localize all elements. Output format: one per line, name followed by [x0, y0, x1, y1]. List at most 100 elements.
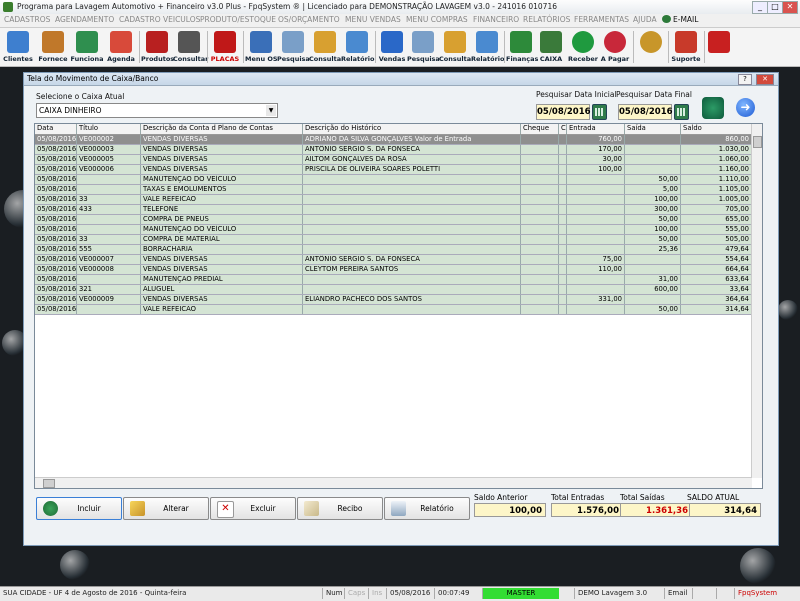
- refresh-button[interactable]: [702, 97, 724, 119]
- vertical-scrollbar[interactable]: [751, 124, 762, 478]
- data-final-field[interactable]: 05/08/2016: [618, 104, 673, 120]
- menu-compras[interactable]: MENU COMPRAS: [406, 15, 468, 24]
- menu-ferramentas[interactable]: FERRAMENTAS: [574, 15, 629, 24]
- toolbar-placas-button[interactable]: PLACAS: [209, 29, 241, 65]
- relatorio-button[interactable]: Relatório: [384, 497, 470, 520]
- recibo-button[interactable]: Recibo: [297, 497, 383, 520]
- toolbar-fornece-button[interactable]: Fornece: [36, 29, 70, 65]
- toolbar-caixa-button[interactable]: CAIXA: [536, 29, 566, 65]
- toolbar-funciona-button[interactable]: Funciona: [70, 29, 104, 65]
- table-cell: 1.005,00: [681, 195, 752, 204]
- table-row[interactable]: 05/08/2016 MANUTENÇÃO DO VEÍCULO 50,00 1.11…: [35, 175, 752, 185]
- go-arrow-button[interactable]: ➜: [736, 98, 755, 117]
- horizontal-scrollbar[interactable]: [35, 477, 752, 488]
- table-cell: [521, 185, 559, 194]
- dialog-close-button[interactable]: ✕: [756, 74, 774, 85]
- table-row[interactable]: 05/08/2016 433 TELEFONE 300,00 705,00: [35, 205, 752, 215]
- toolbar-financas-button[interactable]: Finanças: [506, 29, 538, 65]
- col-header[interactable]: C: [559, 124, 567, 134]
- toolbar-consultar-button[interactable]: Consultar: [173, 29, 208, 65]
- col-header[interactable]: Entrada: [567, 124, 625, 134]
- toolbar-produtos-button[interactable]: Produtos: [141, 29, 174, 65]
- table-cell: 554,64: [681, 255, 752, 264]
- calendar-icon[interactable]: [674, 104, 689, 120]
- table-row[interactable]: 05/08/2016 MANUTENÇÃO PREDIAL 31,00 633,64: [35, 275, 752, 285]
- table-row[interactable]: 05/08/2016 VE000005 VENDAS DIVERSAS AILTOM …: [35, 155, 752, 165]
- menu-relatorios[interactable]: RELATÓRIOS: [523, 15, 570, 24]
- col-header[interactable]: Título: [77, 124, 141, 134]
- toolbar-agenda-button[interactable]: Agenda: [106, 29, 136, 65]
- toolbar-receber-button[interactable]: Receber: [567, 29, 599, 65]
- menu-cadastros[interactable]: CADASTROS: [4, 15, 50, 24]
- maximize-button[interactable]: □: [767, 1, 783, 14]
- incluir-button[interactable]: Incluir: [36, 497, 122, 520]
- table-row[interactable]: 05/08/2016 MANUTENÇÃO DO VEÍCULO 100,00 555…: [35, 225, 752, 235]
- data-inicial-field[interactable]: 05/08/2016: [536, 104, 591, 120]
- toolbar-pesquisa-vendas-button[interactable]: Pesquisa: [407, 29, 440, 65]
- table-row[interactable]: 05/08/2016 VE000002 VENDAS DIVERSAS ADRIANO…: [35, 135, 752, 145]
- calendar-icon[interactable]: [592, 104, 607, 120]
- col-header[interactable]: Cheque: [521, 124, 559, 134]
- table-cell: 50,00: [625, 175, 681, 184]
- status-email[interactable]: Email: [664, 588, 690, 599]
- col-header[interactable]: Data: [35, 124, 77, 134]
- menu-produto-estoque[interactable]: PRODUTO/ESTOQUE: [200, 15, 276, 24]
- table-row[interactable]: 05/08/2016 TAXAS E EMOLUMENTOS 5,00 1.105,0…: [35, 185, 752, 195]
- col-header[interactable]: Saldo: [681, 124, 752, 134]
- toolbar-label: A Pagar: [600, 55, 630, 63]
- table-row[interactable]: 05/08/2016 321 ALUGUEL 600,00 33,64: [35, 285, 752, 295]
- menu-cadastro-veiculos[interactable]: CADASTRO VEICULOS: [119, 15, 200, 24]
- table-row[interactable]: 05/08/2016 VE000009 VENDAS DIVERSAS ELIANDR…: [35, 295, 752, 305]
- toolbar-relatorio-vendas-button[interactable]: Relatório: [471, 29, 505, 65]
- toolbar-consulta-os-button[interactable]: Consulta: [309, 29, 341, 65]
- col-header[interactable]: Descrição da Conta d Plano de Contas: [141, 124, 303, 134]
- table-row[interactable]: 05/08/2016 VE000003 VENDAS DIVERSAS ANTÔNIO…: [35, 145, 752, 155]
- menu-email[interactable]: E-MAIL: [662, 15, 698, 24]
- toolbar-relatorio-os-button[interactable]: Relatório: [341, 29, 375, 65]
- table-row[interactable]: 05/08/2016 33 VALE REFEICAO 100,00 1.005,00: [35, 195, 752, 205]
- toolbar-pesquisa-os-button[interactable]: Pesquisa: [277, 29, 310, 65]
- table-cell: [625, 155, 681, 164]
- table-row[interactable]: 05/08/2016 555 BORRACHARIA 25,36 479,64: [35, 245, 752, 255]
- barcode-icon: [178, 31, 200, 53]
- menu-os-orcamento[interactable]: OS/ORÇAMENTO: [278, 15, 340, 24]
- table-row[interactable]: 05/08/2016 VE000006 VENDAS DIVERSAS PRISCIL…: [35, 165, 752, 175]
- scroll-thumb[interactable]: [43, 479, 55, 488]
- table-cell: 364,64: [681, 295, 752, 304]
- toolbar-a-pagar-button[interactable]: A Pagar: [599, 29, 631, 65]
- menu-financeiro[interactable]: FINANCEIRO: [473, 15, 519, 24]
- table-cell: 05/08/2016: [37, 205, 77, 214]
- alterar-button[interactable]: Alterar: [123, 497, 209, 520]
- menu-vendas[interactable]: MENU VENDAS: [345, 15, 401, 24]
- table-cell: 1.110,00: [681, 175, 752, 184]
- minimize-button[interactable]: _: [752, 1, 768, 14]
- close-button[interactable]: ✕: [782, 1, 798, 14]
- menu-agendamento[interactable]: AGENDAMENTO: [55, 15, 114, 24]
- status-user-badge: MASTER: [482, 588, 559, 599]
- table-cell: 705,00: [681, 205, 752, 214]
- caixa-select[interactable]: CAIXA DINHEIRO ▼: [36, 103, 278, 118]
- col-header[interactable]: Descrição do Histórico: [303, 124, 521, 134]
- table-row[interactable]: 05/08/2016 COMPRA DE PNEUS 50,00 655,00: [35, 215, 752, 225]
- total-entradas-value: 1.576,00: [551, 503, 623, 517]
- toolbar-consulta-vendas-button[interactable]: Consulta: [439, 29, 471, 65]
- toolbar-exit-button[interactable]: [706, 29, 732, 65]
- status-version: DEMO Lavagem 3.0: [574, 588, 650, 599]
- toolbar-suporte-button[interactable]: Suporte: [670, 29, 702, 65]
- toolbar-vendas-button[interactable]: Vendas: [377, 29, 407, 65]
- excluir-button[interactable]: ✕ Excluir: [210, 497, 296, 520]
- scroll-thumb[interactable]: [753, 136, 762, 148]
- table-cell: VENDAS DIVERSAS: [141, 135, 303, 144]
- menu-ajuda[interactable]: AJUDA: [633, 15, 657, 24]
- col-header[interactable]: Saída: [625, 124, 681, 134]
- table-cell: [521, 225, 559, 234]
- table-row[interactable]: 05/08/2016 VALE REFEICAO 50,00 314,64: [35, 305, 752, 315]
- table-cell: [567, 235, 625, 244]
- toolbar-menu-os-button[interactable]: Menu OS: [245, 29, 278, 65]
- table-row[interactable]: 05/08/2016 VE000008 VENDAS DIVERSAS CLEYTOM…: [35, 265, 752, 275]
- toolbar-coins-button[interactable]: [636, 29, 666, 65]
- dialog-help-button[interactable]: ?: [738, 74, 752, 85]
- table-row[interactable]: 05/08/2016 33 COMPRA DE MATERIAL 50,00 505,0…: [35, 235, 752, 245]
- table-row[interactable]: 05/08/2016 VE000007 VENDAS DIVERSAS ANTÔNIO…: [35, 255, 752, 265]
- toolbar-clientes-button[interactable]: Clientes: [2, 29, 34, 65]
